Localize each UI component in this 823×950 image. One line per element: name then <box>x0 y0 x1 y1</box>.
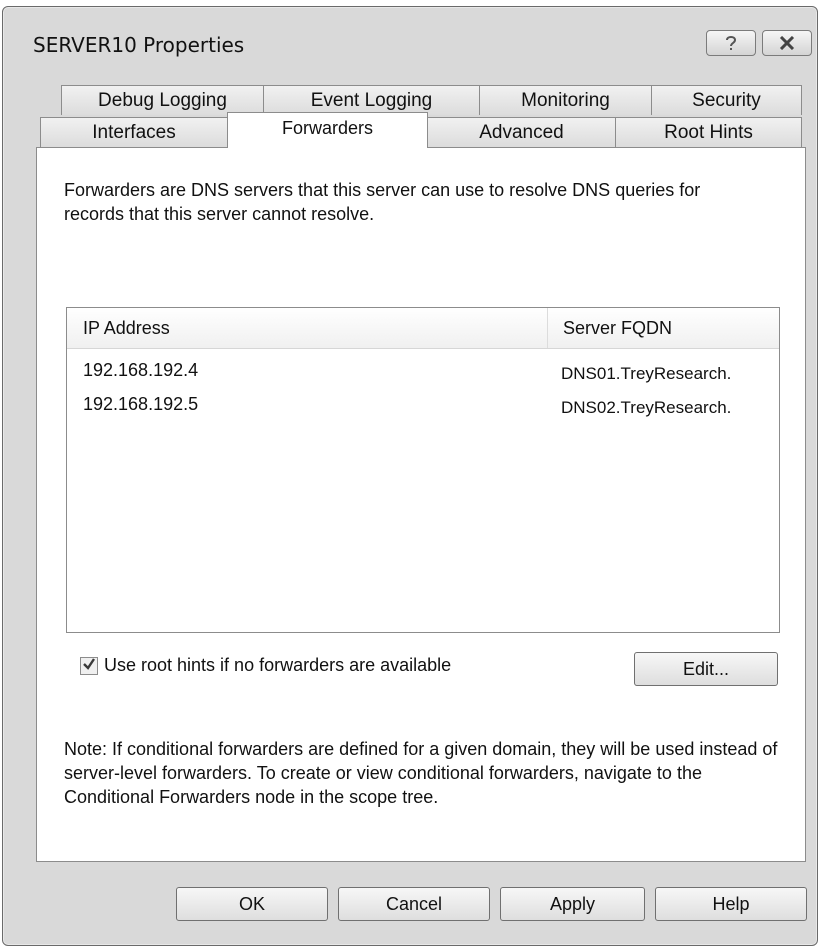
column-separator[interactable] <box>547 308 548 348</box>
tab-interfaces[interactable]: Interfaces <box>40 117 228 147</box>
column-ip-address[interactable]: IP Address <box>83 318 170 339</box>
apply-button[interactable]: Apply <box>500 887 645 921</box>
tab-debug-logging[interactable]: Debug Logging <box>61 85 264 115</box>
help-button[interactable]: Help <box>655 887 807 921</box>
tab-security[interactable]: Security <box>651 85 802 115</box>
conditional-forwarders-note: Note: If conditional forwarders are defi… <box>64 739 778 807</box>
close-icon <box>779 36 795 50</box>
tab-advanced[interactable]: Advanced <box>427 117 616 147</box>
tab-monitoring[interactable]: Monitoring <box>479 85 652 115</box>
fqdn-cell: DNS02.TreyResearch. <box>561 398 732 417</box>
help-title-button[interactable] <box>706 30 756 56</box>
forwarders-description: Forwarders are DNS servers that this ser… <box>64 180 701 224</box>
list-item[interactable]: 192.168.192.5 DNS02.TreyResearch. <box>67 394 779 420</box>
checkmark-icon <box>82 657 96 676</box>
tab-root-hints[interactable]: Root Hints <box>615 117 802 147</box>
list-item[interactable]: 192.168.192.4 DNS01.TreyResearch. <box>67 360 779 386</box>
ok-button[interactable]: OK <box>176 887 328 921</box>
use-root-hints-label[interactable]: Use root hints if no forwarders are avai… <box>104 655 451 676</box>
ip-address-cell: 192.168.192.4 <box>83 360 199 380</box>
title-bar: SERVER10 Properties <box>3 7 817 63</box>
list-header: IP Address Server FQDN <box>67 308 779 349</box>
tab-forwarders[interactable]: Forwarders <box>227 112 428 148</box>
window-title: SERVER10 Properties <box>33 33 245 57</box>
column-server-fqdn[interactable]: Server FQDN <box>563 318 672 339</box>
close-title-button[interactable] <box>762 30 812 56</box>
help-icon <box>724 35 738 51</box>
use-root-hints-checkbox[interactable] <box>80 657 98 675</box>
tab-event-logging[interactable]: Event Logging <box>263 85 480 115</box>
ip-address-cell: 192.168.192.5 <box>83 394 199 414</box>
forwarders-list[interactable]: IP Address Server FQDN 192.168.192.4 DNS… <box>66 307 780 633</box>
edit-button[interactable]: Edit... <box>634 652 778 686</box>
cancel-button[interactable]: Cancel <box>338 887 490 921</box>
fqdn-cell: DNS01.TreyResearch. <box>561 364 732 383</box>
